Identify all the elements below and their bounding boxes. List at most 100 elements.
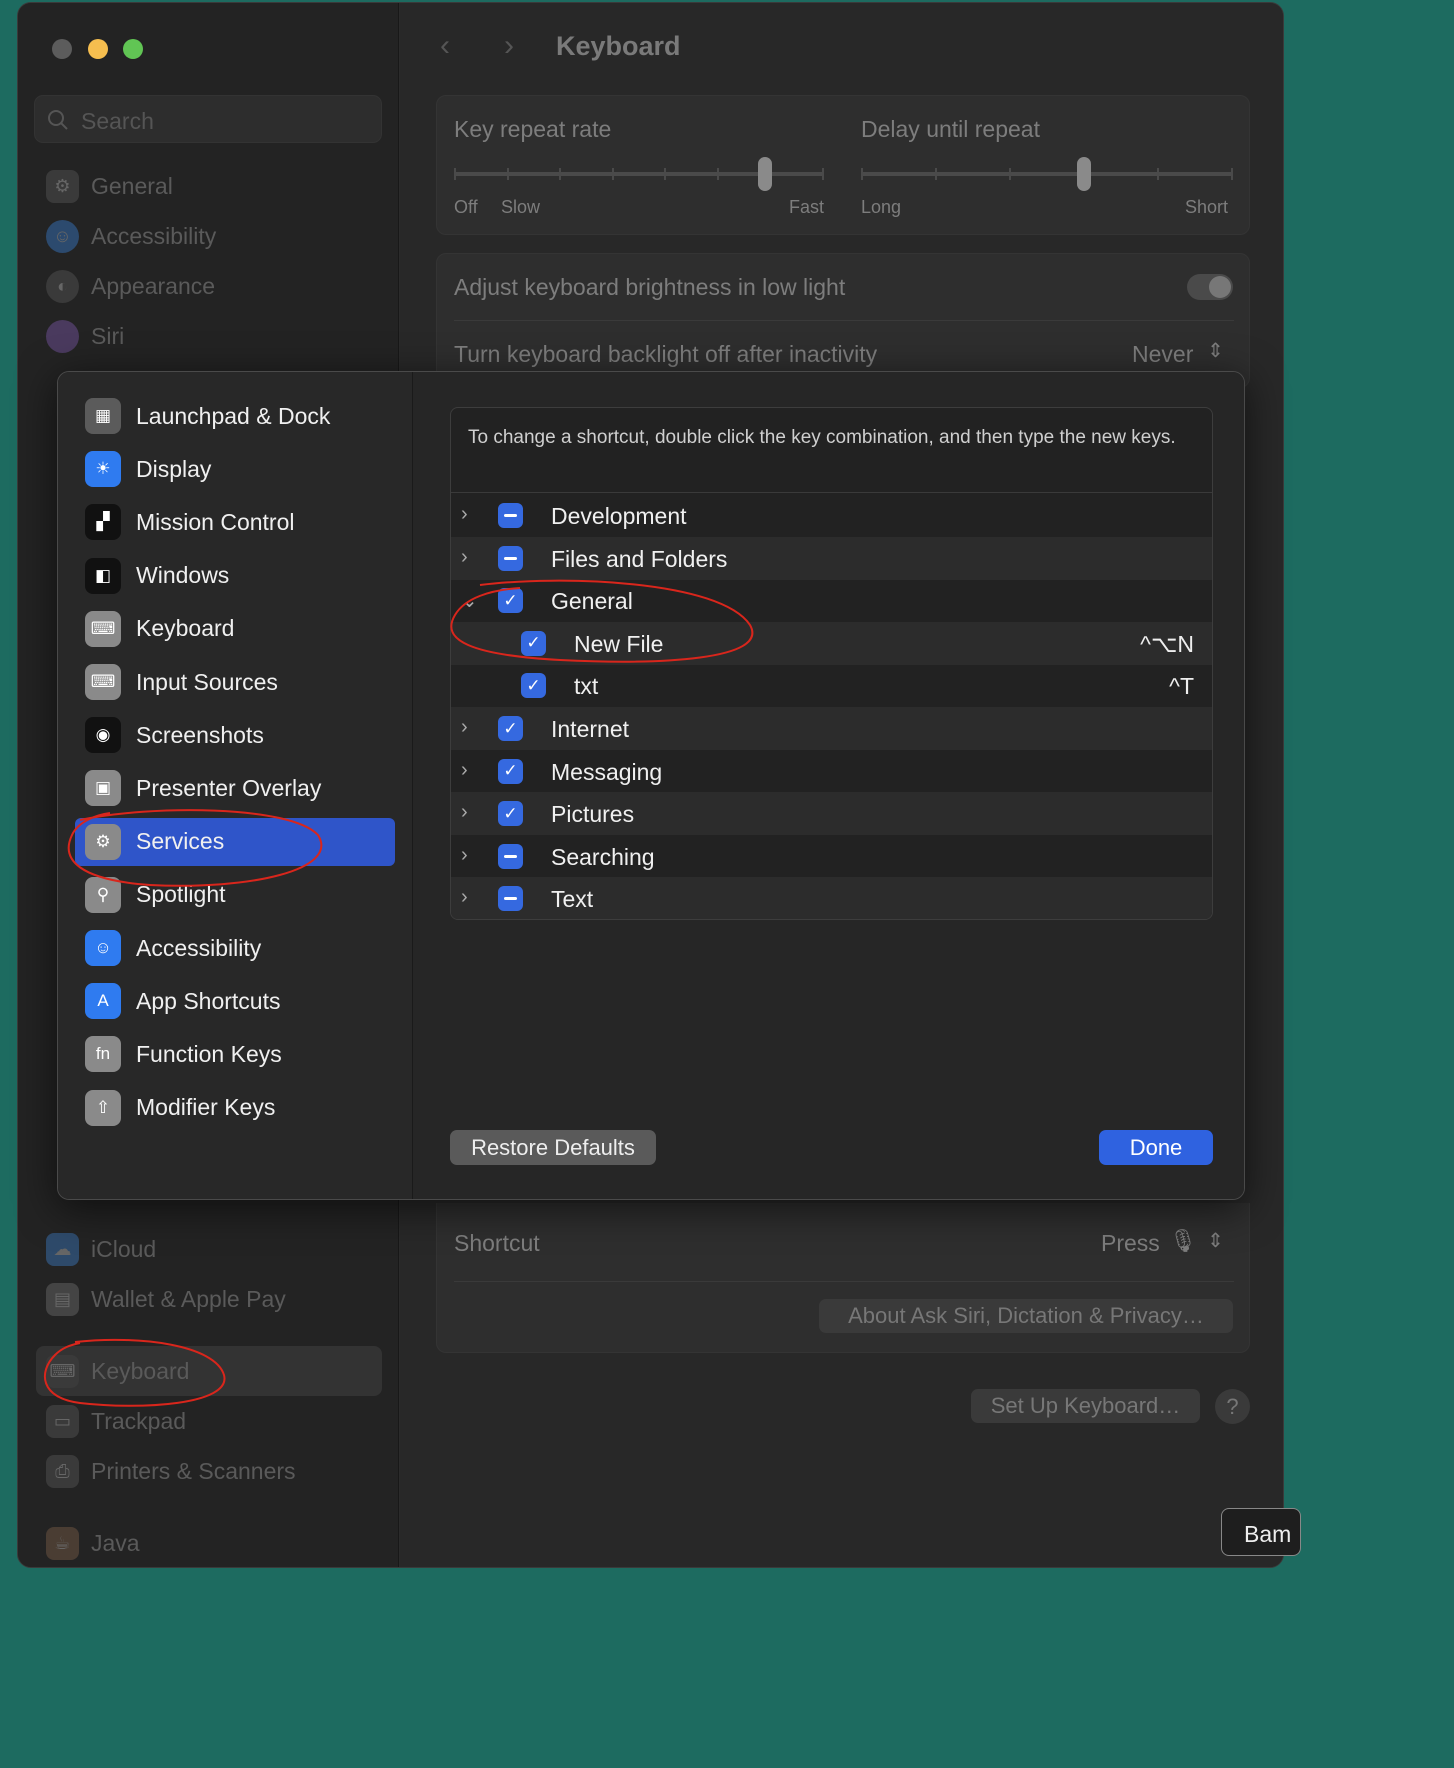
checkbox[interactable]: ✓ — [521, 630, 546, 656]
category-label: Display — [136, 455, 212, 482]
sidebar-item-siri[interactable]: Siri — [46, 316, 124, 356]
shortcut-row[interactable]: › ✓ Pictures — [451, 792, 1212, 836]
category-label: Modifier Keys — [136, 1094, 276, 1121]
chevron-right-icon[interactable]: › — [461, 801, 475, 824]
chevron-right-icon[interactable]: › — [461, 546, 475, 569]
category-item-screenshots[interactable]: ◉ Screenshots — [75, 711, 395, 759]
minimize-window-button[interactable] — [88, 39, 108, 59]
sidebar-item-icloud[interactable]: ☁ iCloud — [46, 1229, 156, 1269]
checkbox[interactable]: ✓ — [498, 801, 523, 827]
category-label: Mission Control — [136, 508, 295, 535]
category-item-app-shortcuts[interactable]: A App Shortcuts — [75, 977, 395, 1025]
chevron-right-icon[interactable]: › — [461, 844, 475, 867]
slider-tick — [454, 168, 456, 180]
category-item-launchpad-dock[interactable]: ▦ Launchpad & Dock — [75, 392, 395, 440]
category-item-function-keys[interactable]: fn Function Keys — [75, 1030, 395, 1078]
set-up-keyboard-button[interactable]: Set Up Keyboard… — [971, 1389, 1200, 1423]
chevron-right-icon[interactable]: › — [461, 886, 475, 909]
category-item-services[interactable]: ⚙ Services — [75, 817, 395, 866]
shortcut-row[interactable]: › ✓ Internet — [451, 707, 1212, 750]
services-icon: ⚙ — [85, 823, 121, 860]
sidebar-item-printers[interactable]: ⎙ Printers & Scanners — [46, 1451, 296, 1491]
category-item-display[interactable]: ☀ Display — [75, 445, 395, 493]
category-item-windows[interactable]: ◧ Windows — [75, 552, 395, 600]
key-repeat-label: Key repeat rate — [454, 116, 612, 142]
keyboard-icon: ⌨ — [46, 1354, 79, 1388]
sidebar-item-accessibility[interactable]: ☺ Accessibility — [46, 216, 216, 256]
key-combination[interactable]: ^⌥N — [1140, 631, 1194, 658]
mixed-checkbox[interactable] — [498, 843, 523, 869]
shortcut-select[interactable]: Press — [1101, 1230, 1160, 1257]
keyboard-icon: ⌨ — [85, 610, 121, 647]
forward-chevron-icon[interactable]: › — [504, 29, 514, 63]
shortcut-row[interactable]: ✓ txt ^T — [451, 664, 1212, 707]
close-window-button[interactable] — [52, 39, 72, 59]
back-chevron-icon[interactable]: ‹ — [440, 29, 450, 63]
shortcut-row[interactable]: › Development — [451, 494, 1212, 537]
sidebar-item-appearance[interactable]: ◐ Appearance — [46, 266, 215, 306]
help-button[interactable]: ? — [1215, 1389, 1250, 1424]
category-item-modifier-keys[interactable]: ⇧ Modifier Keys — [75, 1084, 395, 1132]
background-window-button[interactable]: Bam — [1221, 1508, 1301, 1556]
chevron-right-icon[interactable]: › — [461, 759, 475, 782]
input-sources-icon: ⌨ — [85, 664, 121, 700]
key-combination[interactable]: ^T — [1169, 673, 1194, 700]
chevron-right-icon[interactable]: › — [461, 503, 475, 526]
sidebar-item-label: iCloud — [91, 1235, 157, 1262]
shortcut-row[interactable]: › Text — [451, 877, 1212, 919]
sidebar-item-general[interactable]: ⚙ General — [46, 166, 173, 206]
slider-max-label: Short — [1185, 197, 1229, 217]
category-item-presenter-overlay[interactable]: ▣ Presenter Overlay — [75, 764, 395, 812]
shortcut-categories-list: ▦ Launchpad & Dock ☀ Display ▞ Mission Contro… — [58, 372, 413, 1199]
shortcut-row[interactable]: › Files and Folders — [451, 536, 1212, 580]
sidebar-item-label: Wallet & Apple Pay — [91, 1285, 286, 1312]
slider-min-label: Off — [454, 197, 478, 217]
category-item-input-sources[interactable]: ⌨ Input Sources — [75, 658, 395, 706]
shortcut-row[interactable]: › Searching — [451, 835, 1212, 878]
shortcut-label: Messaging — [551, 758, 663, 785]
category-item-accessibility[interactable]: ☺ Accessibility — [75, 924, 395, 972]
slider-knob[interactable] — [757, 157, 772, 191]
app-shortcuts-icon: A — [85, 983, 121, 1020]
search-input[interactable]: Search — [34, 95, 382, 143]
sidebar-item-java[interactable]: ☕ Java — [46, 1523, 140, 1563]
mixed-checkbox[interactable] — [498, 886, 523, 912]
shortcut-row[interactable]: › ✓ Messaging — [451, 750, 1212, 793]
about-siri-privacy-button[interactable]: About Ask Siri, Dictation & Privacy… — [819, 1299, 1233, 1333]
chevron-right-icon[interactable]: › — [461, 716, 475, 739]
shortcut-row[interactable]: ✓ New File ^⌥N — [451, 621, 1212, 665]
slider-tick — [1157, 168, 1159, 180]
delay-slider[interactable] — [861, 156, 1233, 196]
mixed-checkbox[interactable] — [498, 503, 523, 528]
restore-defaults-button[interactable]: Restore Defaults — [450, 1130, 656, 1165]
sidebar-item-keyboard[interactable]: ⌨ Keyboard — [46, 1351, 189, 1391]
shortcut-row[interactable]: ⌄ ✓ General — [451, 579, 1212, 622]
checkbox[interactable]: ✓ — [498, 588, 523, 614]
zoom-window-button[interactable] — [123, 39, 143, 59]
done-button[interactable]: Done — [1099, 1130, 1213, 1165]
spotlight-icon: ⚲ — [85, 876, 121, 913]
key-repeat-slider[interactable] — [454, 156, 824, 196]
windows-icon: ◧ — [85, 557, 121, 594]
accessibility-icon: ☺ — [85, 930, 121, 966]
brightness-toggle[interactable] — [1187, 274, 1233, 300]
search-icon — [48, 110, 68, 130]
divider — [451, 492, 1212, 493]
chevron-down-icon[interactable]: ⌄ — [461, 588, 478, 613]
microphone-icon: 🎙 — [1169, 1228, 1197, 1253]
category-label: Screenshots — [136, 721, 264, 748]
category-item-mission-control[interactable]: ▞ Mission Control — [75, 498, 395, 546]
category-item-keyboard[interactable]: ⌨ Keyboard — [75, 605, 395, 653]
shortcut-label: Text — [551, 886, 594, 913]
slider-max-label: Fast — [789, 197, 825, 217]
sidebar-item-wallet[interactable]: ▤ Wallet & Apple Pay — [46, 1279, 286, 1319]
checkbox[interactable]: ✓ — [498, 758, 523, 784]
backlight-select[interactable]: Never — [1132, 341, 1193, 368]
category-item-spotlight[interactable]: ⚲ Spotlight — [75, 871, 395, 919]
slider-knob[interactable] — [1077, 157, 1092, 191]
instructions-text: To change a shortcut, double click the k… — [468, 427, 1176, 448]
sidebar-item-trackpad[interactable]: ▭ Trackpad — [46, 1401, 186, 1441]
mixed-checkbox[interactable] — [498, 545, 523, 571]
checkbox[interactable]: ✓ — [498, 716, 523, 741]
checkbox[interactable]: ✓ — [521, 673, 546, 699]
